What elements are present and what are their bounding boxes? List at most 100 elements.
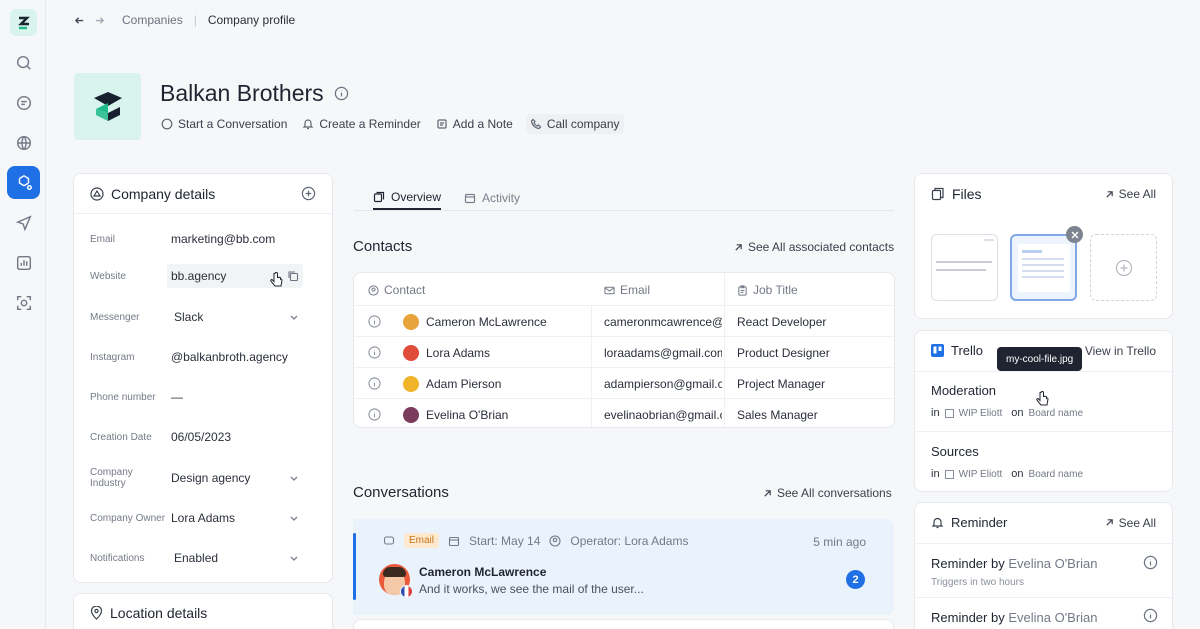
globe-icon[interactable]: [7, 126, 40, 159]
avatar: [403, 344, 419, 361]
arrow-up-right-icon: [764, 489, 771, 497]
companies-icon[interactable]: [7, 166, 40, 199]
flag-icon: [400, 585, 413, 598]
contact-cell[interactable]: Adam Pierson: [403, 368, 588, 399]
create-reminder-button[interactable]: Create a Reminder: [300, 114, 422, 134]
bell-icon: [931, 517, 944, 529]
info-icon[interactable]: [1143, 608, 1158, 623]
hand-cursor-icon: [270, 272, 283, 287]
tab-activity-label: Activity: [482, 191, 521, 205]
contact-email[interactable]: loraadams@gmail.com: [604, 337, 722, 368]
table-row[interactable]: Cameron McLawrence cameronmcawrence@gmail…: [354, 305, 894, 337]
row-info-icon[interactable]: [368, 306, 384, 337]
detail-value[interactable]: @balkanbroth.agency: [167, 345, 303, 369]
row-info-icon[interactable]: [368, 399, 384, 427]
send-icon[interactable]: [7, 206, 40, 239]
see-all-conversations-link[interactable]: See All conversations: [763, 486, 892, 500]
messenger-select[interactable]: Slack: [167, 305, 303, 329]
forward-arrow-icon[interactable]: [94, 15, 114, 26]
app-logo[interactable]: [10, 9, 37, 36]
company-name: Balkan Brothers: [160, 80, 324, 106]
column-header-job-title[interactable]: Job Title: [737, 283, 798, 297]
owner-select[interactable]: Lora Adams: [167, 506, 303, 530]
integrations-icon[interactable]: [7, 286, 40, 319]
add-circle-icon[interactable]: [301, 186, 316, 201]
info-icon[interactable]: [334, 86, 349, 101]
call-company-button[interactable]: Call company: [525, 114, 624, 134]
tab-overview-label: Overview: [391, 190, 442, 204]
note-icon: [437, 119, 447, 129]
detail-value[interactable]: —: [167, 385, 303, 409]
unread-count-badge: 2: [846, 570, 865, 589]
see-all-files-link[interactable]: See All: [1105, 187, 1156, 201]
location-details-card: Location details: [73, 593, 333, 629]
row-info-icon[interactable]: [368, 368, 384, 399]
detail-value[interactable]: 06/05/2023: [167, 425, 303, 449]
conversation-item[interactable]: Email Start: May 14 Operator: Lora Adams…: [353, 519, 894, 615]
row-info-icon[interactable]: [368, 337, 384, 368]
tab-overview[interactable]: Overview: [373, 186, 442, 210]
file-thumbnail-selected[interactable]: [1010, 234, 1077, 301]
file-thumbnail[interactable]: [931, 234, 998, 301]
channel-badge: Email: [404, 533, 440, 548]
contact-email[interactable]: adampierson@gmail.com: [604, 368, 722, 399]
company-details-title: Company details: [111, 185, 216, 202]
contact-job-title: React Developer: [737, 314, 827, 329]
contact-email[interactable]: evelinaobrian@gmail.com: [604, 399, 722, 427]
add-note-button[interactable]: Add a Note: [434, 114, 515, 134]
chevron-down-icon: [290, 476, 298, 481]
table-row[interactable]: Lora Adams loraadams@gmail.com Product Des…: [354, 336, 894, 368]
contact-job-title: Project Manager: [737, 376, 826, 391]
contact-cell[interactable]: Lora Adams: [403, 337, 588, 368]
tab-activity[interactable]: Activity: [464, 186, 520, 210]
detail-label: Creation Date: [90, 431, 152, 443]
remove-file-button[interactable]: [1066, 226, 1083, 243]
see-all-contacts-label: See All associated contacts: [748, 240, 895, 254]
contact-email[interactable]: cameronmcawrence@gmail.com: [604, 306, 722, 337]
info-icon: [368, 315, 381, 328]
add-file-button[interactable]: [1090, 234, 1157, 301]
company-details-card: Company details Email marketing@bb.com W…: [73, 173, 333, 583]
list-icon: [944, 408, 954, 418]
info-icon: [368, 408, 381, 421]
reports-icon[interactable]: [7, 246, 40, 279]
contact-cell[interactable]: Cameron McLawrence: [403, 306, 588, 337]
see-all-reminders-link[interactable]: See All: [1105, 516, 1156, 530]
reminder-item[interactable]: Reminder by Evelina O'Brian: [915, 597, 1174, 629]
detail-website: Website bb.agency: [74, 261, 334, 291]
trello-item-title[interactable]: Sources: [931, 444, 979, 459]
chevron-down-icon: [290, 556, 298, 561]
conversation-meta: Email Start: May 14 Operator: Lora Adams: [383, 533, 688, 548]
copy-icon[interactable]: [287, 270, 299, 282]
industry-select[interactable]: Design agency: [167, 466, 303, 490]
create-reminder-label: Create a Reminder: [319, 117, 421, 131]
column-header-email[interactable]: Email: [604, 283, 650, 297]
search-icon[interactable]: [7, 46, 40, 79]
contact-cell[interactable]: Evelina O'Brian: [403, 399, 588, 427]
back-arrow-icon[interactable]: [74, 15, 94, 26]
chat-icon[interactable]: [7, 86, 40, 119]
view-in-trello-link[interactable]: View in Trello: [1085, 344, 1156, 358]
notifications-select[interactable]: Enabled: [167, 546, 303, 570]
see-all-reminders-label: See All: [1118, 515, 1156, 530]
table-row[interactable]: Adam Pierson adampierson@gmail.com Project…: [354, 367, 894, 399]
contacts-table: Contact Email Job Title Cameron McLawren…: [353, 272, 895, 428]
table-row[interactable]: Evelina O'Brian evelinaobrian@gmail.com Sa…: [354, 398, 894, 427]
company-icon: [90, 186, 104, 201]
company-logo: [74, 73, 141, 140]
trello-item-title[interactable]: Moderation: [931, 383, 996, 398]
detail-label: Notifications: [90, 552, 145, 564]
detail-creation-date: Creation Date 06/05/2023: [74, 422, 334, 452]
reminder-title: Reminder: [951, 515, 1008, 530]
detail-value[interactable]: marketing@bb.com: [167, 227, 303, 251]
column-header-contact[interactable]: Contact: [368, 283, 425, 297]
see-all-contacts-link[interactable]: See All associated contacts: [734, 240, 894, 254]
reminder-item-title: Reminder by Evelina O'Brian: [931, 556, 1098, 571]
conversation-item[interactable]: [353, 619, 894, 629]
reminder-item[interactable]: Reminder by Evelina O'Brian Triggers in …: [915, 543, 1174, 597]
breadcrumb-companies[interactable]: Companies: [122, 13, 183, 27]
files-icon: [931, 187, 944, 201]
add-note-label: Add a Note: [452, 117, 513, 131]
info-icon[interactable]: [1143, 555, 1158, 570]
start-conversation-button[interactable]: Start a Conversation: [159, 114, 289, 134]
